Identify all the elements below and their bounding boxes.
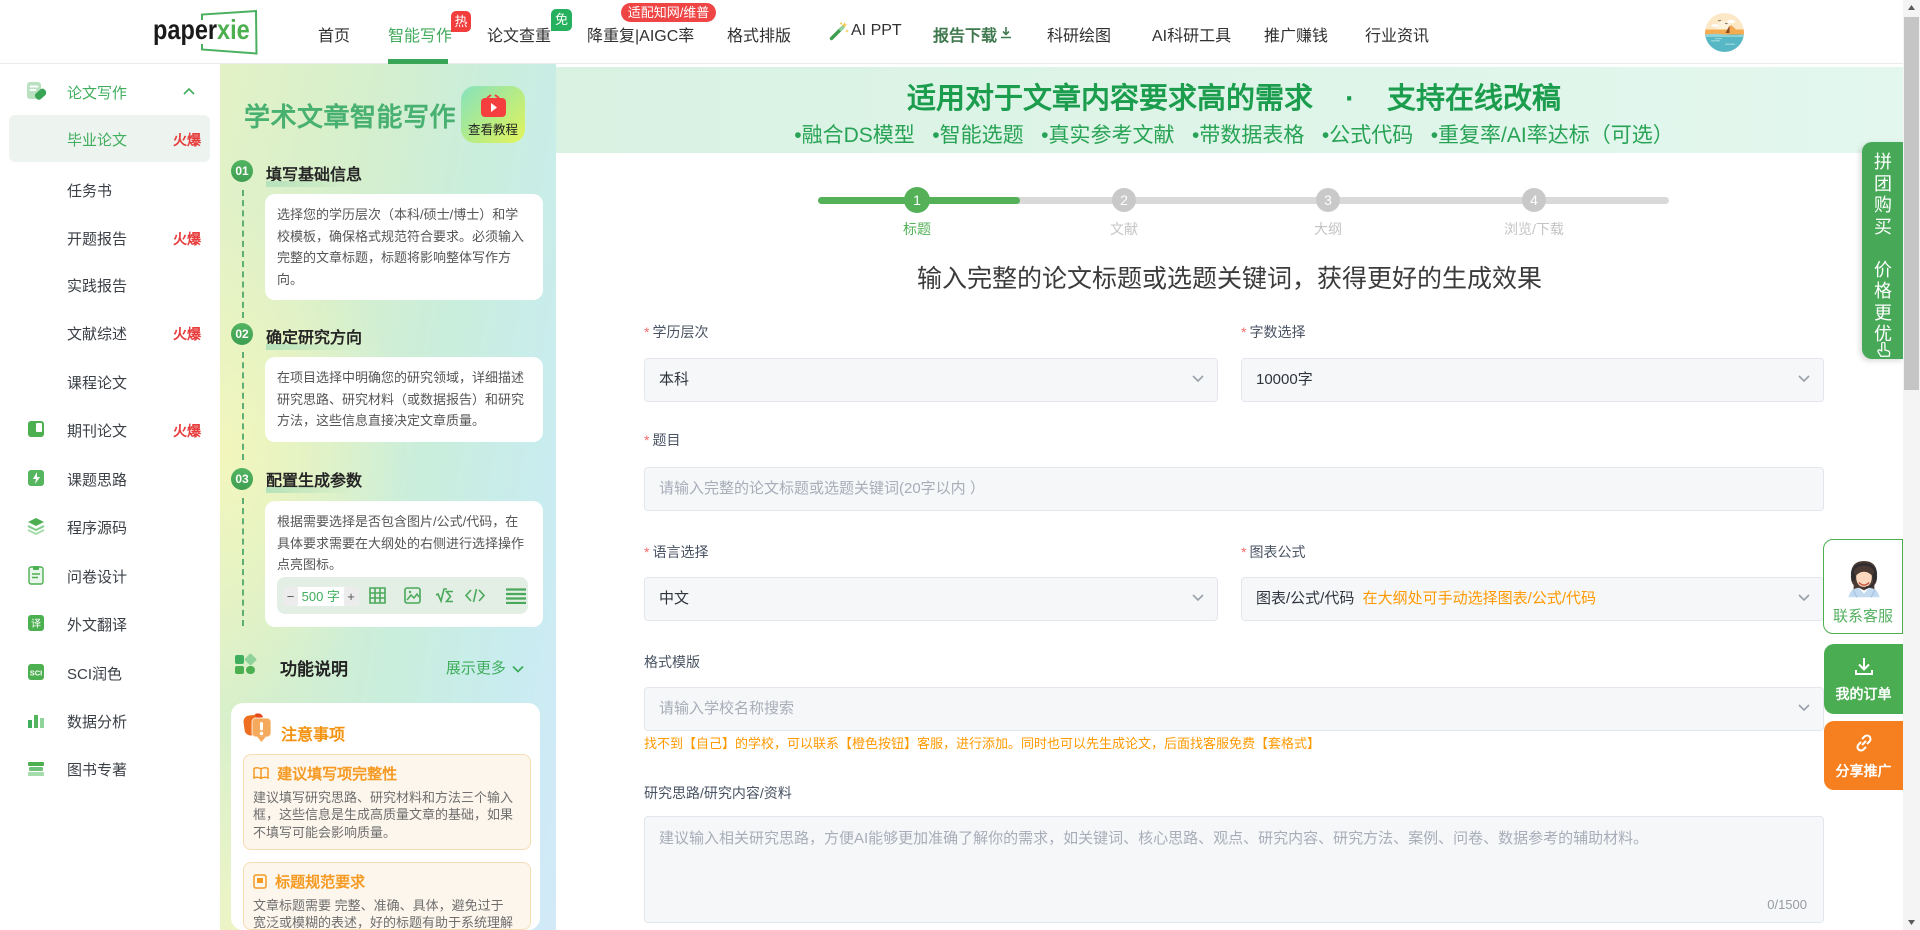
svg-text:SCI: SCI xyxy=(30,669,43,678)
svg-text:译: 译 xyxy=(31,618,41,630)
